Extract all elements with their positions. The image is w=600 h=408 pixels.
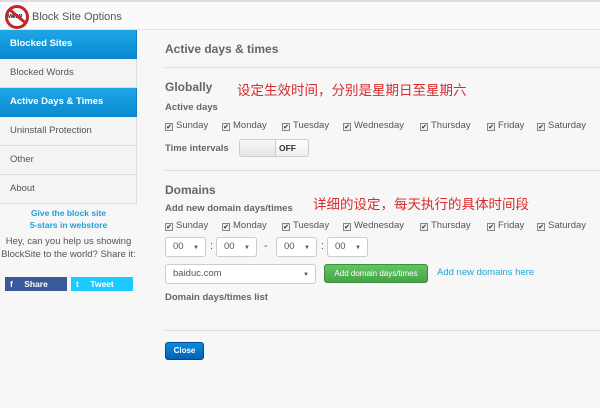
block-site-logo-icon: www [5,5,29,29]
webstore-link-line2[interactable]: 5-stars in webstore [0,220,137,232]
active-days-label: Active days [165,102,218,113]
to-minute-select[interactable]: 00 [327,237,368,257]
checkbox-saturday[interactable]: ✔ Saturday [537,220,586,231]
sidebar-item-active-days-times[interactable]: Active Days & Times [0,88,137,117]
checkbox-wednesday[interactable]: ✔ Wednesday [343,120,404,131]
sidebar-item-about[interactable]: About [0,175,137,204]
facebook-icon: f [10,279,13,289]
promo: Give the block site 5-stars in webstore … [0,208,137,261]
time-intervals-toggle[interactable]: OFF [239,139,309,157]
checkbox-icon[interactable]: ✔ [165,123,173,131]
time-intervals-label: Time intervals [165,143,229,154]
colon: : [210,240,214,252]
globally-heading: Globally [165,80,213,94]
checkbox-icon[interactable]: ✔ [537,223,545,231]
to-hour-select[interactable]: 00 [276,237,317,257]
divider [165,330,600,331]
checkbox-wednesday[interactable]: ✔ Wednesday [343,220,404,231]
globally-annotation: 设定生效时间，分别是星期日至星期六 [237,83,467,98]
checkbox-label: Monday [233,120,267,131]
main-content: Active days & times Globally 设定生效时间，分别是星… [165,0,600,408]
checkbox-label: Friday [498,220,525,231]
checkbox-icon[interactable]: ✔ [343,123,351,131]
domain-times-list-label: Domain days/times list [165,292,268,303]
divider [165,170,600,171]
share-label: Share [24,279,48,289]
app-title: Block Site Options [32,11,122,23]
sidebar-item-other[interactable]: Other [0,146,137,175]
checkbox-tuesday[interactable]: ✔ Tuesday [282,120,329,131]
checkbox-label: Thursday [431,120,471,131]
checkbox-icon[interactable]: ✔ [537,123,545,131]
checkbox-label: Wednesday [354,220,404,231]
facebook-share-button[interactable]: f Share [5,277,67,291]
sidebar-item-blocked-words[interactable]: Blocked Words [0,59,137,88]
checkbox-label: Thursday [431,220,471,231]
page-title: Active days & times [165,42,279,56]
checkbox-icon[interactable]: ✔ [282,223,290,231]
tweet-button[interactable]: t Tweet [71,277,133,291]
add-domain-times-button[interactable]: Add domain days/times [324,264,428,283]
checkbox-icon[interactable]: ✔ [222,123,230,131]
domain-select[interactable]: baiduc.com [165,264,316,284]
webstore-link-line1[interactable]: Give the block site [0,208,137,220]
sidebar-item-uninstall-protection[interactable]: Uninstall Protection [0,117,137,146]
checkbox-label: Wednesday [354,120,404,131]
checkbox-icon[interactable]: ✔ [487,223,495,231]
checkbox-saturday[interactable]: ✔ Saturday [537,120,586,131]
twitter-icon: t [76,279,79,289]
add-domain-times-label: Add new domain days/times [165,203,293,214]
checkbox-icon[interactable]: ✔ [343,223,351,231]
add-new-domains-link[interactable]: Add new domains here [437,267,534,278]
checkbox-friday[interactable]: ✔ Friday [487,120,524,131]
toggle-state: OFF [279,143,296,153]
checkbox-thursday[interactable]: ✔ Thursday [420,220,471,231]
checkbox-label: Sunday [176,220,209,231]
checkbox-friday[interactable]: ✔ Friday [487,220,524,231]
checkbox-monday[interactable]: ✔ Monday [222,220,267,231]
checkbox-icon[interactable]: ✔ [487,123,495,131]
sidebar-item-blocked-sites[interactable]: Blocked Sites [0,30,137,59]
checkbox-label: Saturday [548,120,587,131]
checkbox-tuesday[interactable]: ✔ Tuesday [282,220,329,231]
checkbox-icon[interactable]: ✔ [165,223,173,231]
domains-heading: Domains [165,183,216,197]
tweet-label: Tweet [90,279,114,289]
checkbox-sunday[interactable]: ✔ Sunday [165,220,208,231]
checkbox-icon[interactable]: ✔ [420,123,428,131]
checkbox-sunday[interactable]: ✔ Sunday [165,120,208,131]
sidebar: Blocked Sites Blocked Words Active Days … [0,30,137,204]
checkbox-icon[interactable]: ✔ [282,123,290,131]
colon: : [321,240,325,252]
from-hour-select[interactable]: 00 [165,237,206,257]
divider [165,67,600,68]
checkbox-label: Tuesday [293,220,330,231]
checkbox-thursday[interactable]: ✔ Thursday [420,120,471,131]
close-button[interactable]: Close [165,342,204,360]
share-prompt: Hey, can you help us showing BlockSite t… [1,236,136,260]
domains-annotation: 详细的设定，每天执行的具体时间段 [313,197,529,212]
checkbox-label: Sunday [176,120,209,131]
checkbox-icon[interactable]: ✔ [420,223,428,231]
checkbox-label: Saturday [548,220,587,231]
dash: - [264,240,268,252]
checkbox-label: Monday [233,220,267,231]
checkbox-monday[interactable]: ✔ Monday [222,120,267,131]
checkbox-label: Friday [498,120,525,131]
checkbox-icon[interactable]: ✔ [222,223,230,231]
from-minute-select[interactable]: 00 [216,237,257,257]
checkbox-label: Tuesday [293,120,330,131]
